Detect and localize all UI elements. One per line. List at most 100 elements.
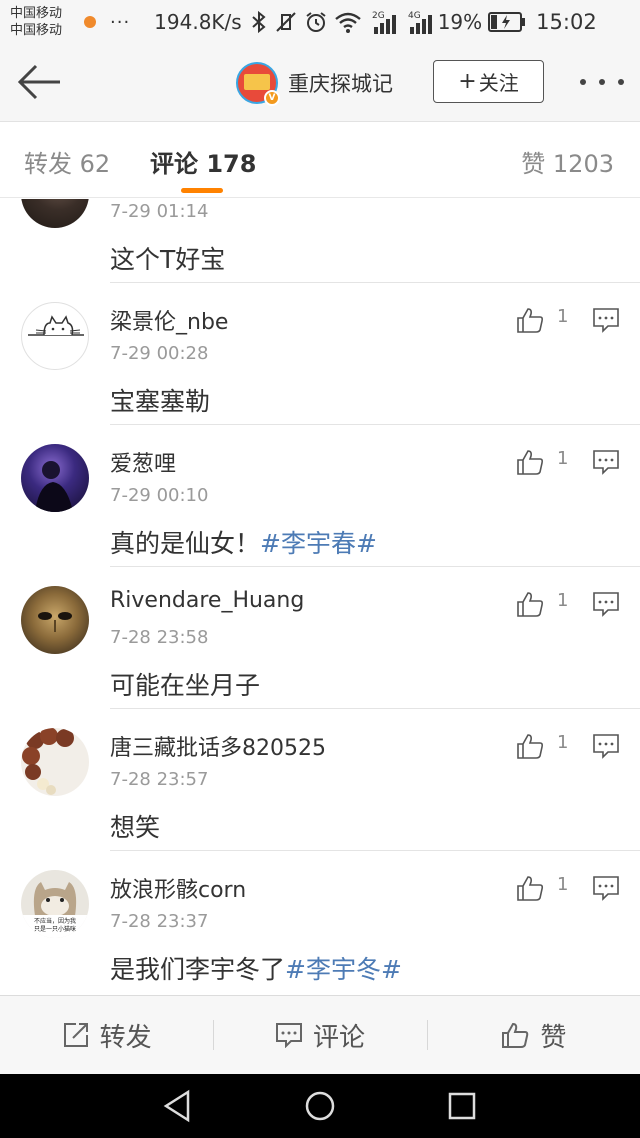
- tab-likes[interactable]: 赞 1203: [521, 144, 614, 179]
- like-count: 1: [557, 590, 569, 611]
- reply-comment-icon[interactable]: [592, 307, 620, 333]
- beads-icon: [22, 728, 74, 795]
- purple-portrait-avatar[interactable]: [21, 444, 89, 512]
- system-navigation-bar: [0, 1074, 640, 1138]
- back-arrow-icon: [17, 64, 60, 100]
- thumbs-up-icon[interactable]: [515, 447, 545, 477]
- battery-percent: 19%: [437, 10, 483, 34]
- battery-charging-icon: [488, 12, 526, 32]
- cat-line-drawing-avatar[interactable]: [21, 302, 89, 370]
- topic-hashtag-link[interactable]: #李宇春#: [260, 529, 377, 558]
- commenter-name[interactable]: Rivendare_Huang: [110, 588, 304, 613]
- svg-text:2G: 2G: [372, 11, 385, 21]
- comment-text: 是我们李宇冬了#李宇冬#: [110, 950, 402, 986]
- cat-meme-avatar[interactable]: 不应当，因为我 只是一只小猫咪: [21, 870, 89, 938]
- like-count: 1: [557, 874, 569, 895]
- system-back-icon[interactable]: [160, 1088, 196, 1124]
- comment-icon: [275, 1023, 302, 1048]
- active-tab-indicator: [181, 188, 223, 193]
- like-count: 1: [557, 732, 569, 753]
- topic-hashtag-link[interactable]: #李宇冬#: [285, 955, 402, 984]
- system-recents-icon[interactable]: [444, 1088, 480, 1124]
- reply-comment-icon[interactable]: [592, 591, 620, 617]
- tab-comments[interactable]: 评论 178: [150, 144, 256, 179]
- weibo-comments-screen: 中国移动 中国移动 ··· 194.8K/s 2G 4G 19% 15:02 V…: [0, 0, 640, 1138]
- svg-text:4G: 4G: [408, 11, 421, 21]
- more-options-button[interactable]: [574, 66, 630, 98]
- commenter-name[interactable]: 爱葱哩: [110, 446, 176, 478]
- comment-body: 是我们李宇冬了: [110, 955, 286, 984]
- carrier-info: 中国移动 中国移动: [10, 5, 78, 39]
- svg-text:只是一只小猫咪: 只是一只小猫咪: [34, 925, 76, 933]
- back-button[interactable]: [14, 62, 64, 102]
- comment-body: 真的是仙女！: [110, 529, 261, 558]
- reply-comment-icon[interactable]: [592, 449, 620, 475]
- comment-button[interactable]: 评论: [213, 996, 426, 1074]
- repost-label: 转发: [99, 1022, 152, 1053]
- comment-body: 想笑: [110, 813, 161, 842]
- comment-time: 7-28 23:37: [110, 911, 209, 932]
- comment-item: 7-29 01:14 这个T好宝: [0, 199, 640, 283]
- comment-time: 7-29 00:28: [110, 343, 209, 364]
- carrier-2: 中国移动: [10, 23, 63, 38]
- tab-reposts[interactable]: 转发 62: [24, 144, 110, 179]
- golden-mask-avatar[interactable]: [21, 586, 89, 654]
- comment-text: 真的是仙女！#李宇春#: [110, 524, 377, 560]
- navigation-bar: V 重庆探城记 + 关注: [0, 44, 640, 122]
- commenter-name[interactable]: 放浪形骸corn: [110, 872, 246, 904]
- alarm-icon: [306, 12, 326, 32]
- more-dot-icon: [618, 79, 624, 85]
- comment-body: 这个T好宝: [110, 245, 226, 274]
- svg-text:不应当，因为我: 不应当，因为我: [34, 917, 76, 925]
- dark-avatar[interactable]: [21, 199, 89, 228]
- signal-2g-icon: 2G: [372, 11, 396, 34]
- mask-face-icon: [38, 612, 72, 632]
- repost-button[interactable]: 转发: [0, 996, 213, 1074]
- status-bar: 中国移动 中国移动 ··· 194.8K/s 2G 4G 19% 15:02: [0, 0, 640, 44]
- thumbs-up-icon[interactable]: [515, 873, 545, 903]
- follow-label: 关注: [478, 71, 519, 95]
- carrier-1: 中国移动: [10, 6, 63, 21]
- notification-dot-icon: [84, 16, 96, 28]
- comment-time: 7-28 23:58: [110, 627, 209, 648]
- plus-icon: +: [458, 69, 477, 94]
- signal-4g-icon: 4G: [408, 11, 432, 34]
- comment-body: 可能在坐月子: [110, 671, 261, 700]
- clock: 15:02: [536, 10, 597, 34]
- bottom-action-bar: 转发 评论 赞: [0, 995, 640, 1074]
- follow-button[interactable]: + 关注: [433, 60, 544, 103]
- cat-sketch-icon: [28, 315, 84, 336]
- comment-text: 宝塞塞勒: [110, 382, 210, 418]
- comment-time: 7-29 01:14: [110, 201, 209, 222]
- comment-item: 唐三藏批话多820525 7-28 23:57 想笑 1: [0, 709, 640, 851]
- comment-label: 评论: [312, 1022, 365, 1053]
- reply-comment-icon[interactable]: [592, 733, 620, 759]
- comment-text: 这个T好宝: [110, 240, 225, 276]
- network-speed: 194.8K/s: [154, 10, 242, 34]
- bluetooth-icon: [252, 10, 266, 34]
- comment-item: Rivendare_Huang 7-28 23:58 可能在坐月子 1: [0, 567, 640, 709]
- vibrate-off-icon: [275, 12, 296, 32]
- comment-item: 爱葱哩 7-29 00:10 真的是仙女！#李宇春# 1: [0, 425, 640, 567]
- comment-body: 宝塞塞勒: [110, 387, 211, 416]
- prayer-beads-avatar[interactable]: [21, 728, 89, 796]
- comment-time: 7-29 00:10: [110, 485, 209, 506]
- system-home-icon[interactable]: [302, 1088, 338, 1124]
- thumbs-up-icon[interactable]: [515, 305, 545, 335]
- reply-comment-icon[interactable]: [592, 875, 620, 901]
- thumbs-up-icon[interactable]: [515, 731, 545, 761]
- verified-badge: V: [264, 90, 280, 106]
- commenter-name[interactable]: 唐三藏批话多820525: [110, 730, 326, 762]
- like-button[interactable]: 赞: [426, 996, 640, 1074]
- account-header[interactable]: V 重庆探城记: [236, 62, 393, 106]
- thumbs-up-icon[interactable]: [515, 589, 545, 619]
- comment-text: 想笑: [110, 808, 160, 844]
- commenter-name[interactable]: 梁景伦_nbe: [110, 304, 228, 336]
- account-avatar: V: [236, 62, 280, 106]
- comment-list[interactable]: 7-29 01:14 这个T好宝 梁景伦_nbe 7-29 00:28 宝塞塞勒…: [0, 199, 640, 995]
- tab-bar: 转发 62 评论 178 赞 1203: [0, 122, 640, 198]
- thumbs-up-icon: [502, 1022, 529, 1048]
- comment-item: 梁景伦_nbe 7-29 00:28 宝塞塞勒 1: [0, 283, 640, 425]
- portrait-silhouette-icon: [35, 461, 73, 512]
- wifi-icon: [334, 12, 361, 33]
